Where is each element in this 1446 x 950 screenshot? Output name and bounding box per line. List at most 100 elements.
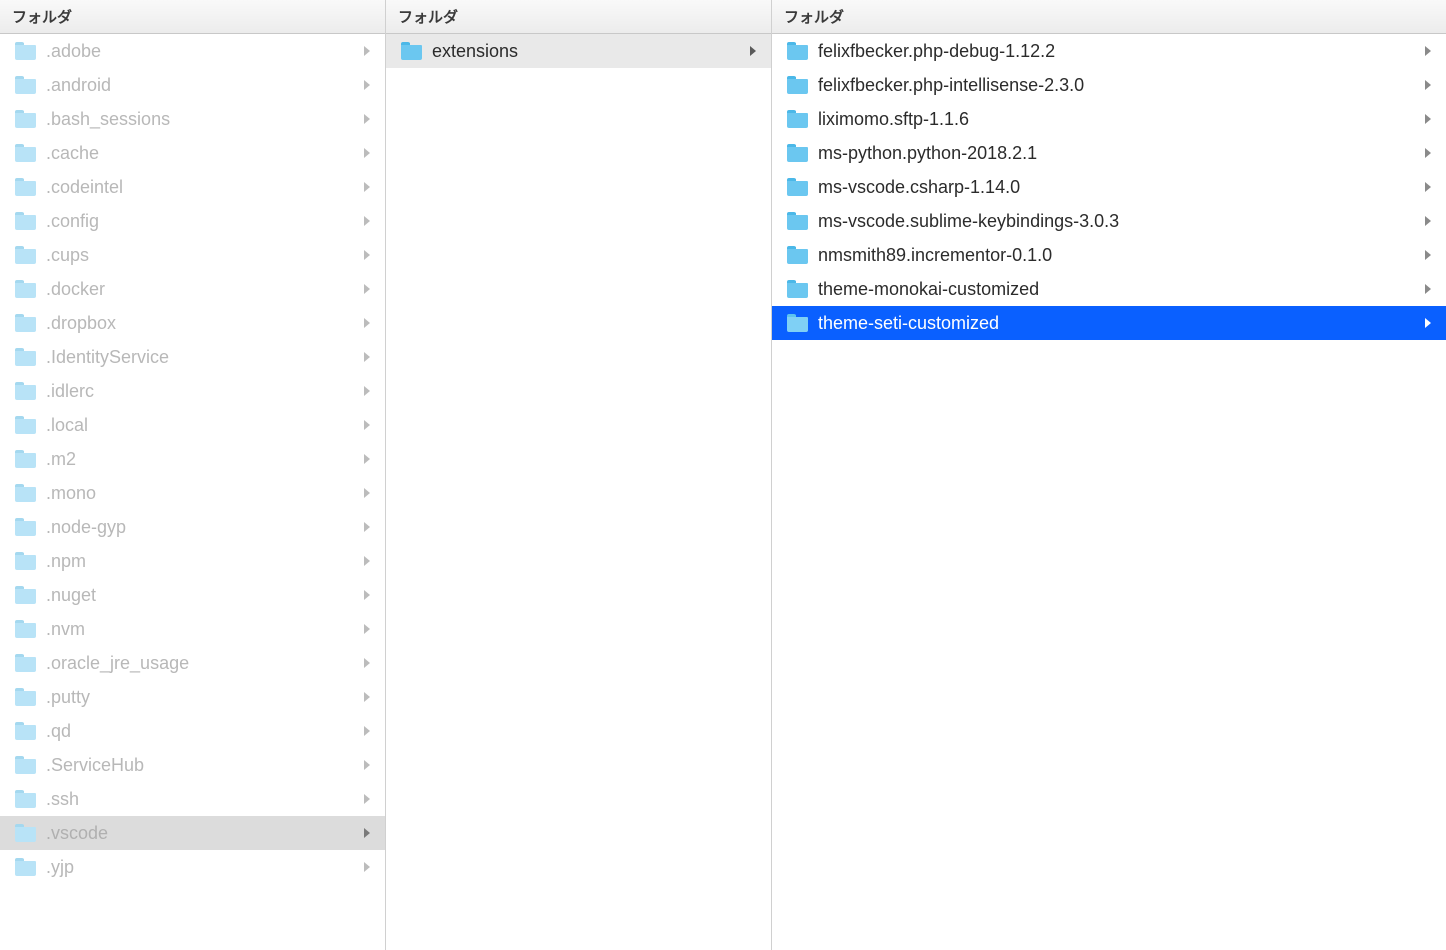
folder-item[interactable]: .putty	[0, 680, 385, 714]
folder-label: .ServiceHub	[46, 755, 357, 776]
folder-item[interactable]: .local	[0, 408, 385, 442]
folder-label: .ssh	[46, 789, 357, 810]
folder-item[interactable]: .nuget	[0, 578, 385, 612]
folder-item[interactable]: ms-vscode.csharp-1.14.0	[772, 170, 1446, 204]
folder-label: .yjp	[46, 857, 357, 878]
folder-item[interactable]: ms-vscode.sublime-keybindings-3.0.3	[772, 204, 1446, 238]
folder-item[interactable]: .node-gyp	[0, 510, 385, 544]
folder-icon	[14, 756, 36, 774]
column-3-list[interactable]: felixfbecker.php-debug-1.12.2 felixfbeck…	[772, 34, 1446, 950]
folder-item[interactable]: felixfbecker.php-debug-1.12.2	[772, 34, 1446, 68]
folder-item[interactable]: .codeintel	[0, 170, 385, 204]
folder-icon	[14, 552, 36, 570]
folder-label: .putty	[46, 687, 357, 708]
folder-item[interactable]: theme-monokai-customized	[772, 272, 1446, 306]
chevron-right-icon	[363, 114, 371, 124]
chevron-right-icon	[1424, 250, 1432, 260]
folder-item[interactable]: .nvm	[0, 612, 385, 646]
folder-label: .docker	[46, 279, 357, 300]
folder-label: .mono	[46, 483, 357, 504]
folder-label: .npm	[46, 551, 357, 572]
folder-label: .m2	[46, 449, 357, 470]
folder-item[interactable]: .docker	[0, 272, 385, 306]
chevron-right-icon	[363, 386, 371, 396]
folder-icon	[14, 620, 36, 638]
column-2-list[interactable]: extensions	[386, 34, 771, 950]
folder-item[interactable]: felixfbecker.php-intellisense-2.3.0	[772, 68, 1446, 102]
chevron-right-icon	[363, 692, 371, 702]
folder-label: .config	[46, 211, 357, 232]
chevron-right-icon	[363, 794, 371, 804]
folder-icon	[14, 484, 36, 502]
folder-item[interactable]: .vscode	[0, 816, 385, 850]
folder-label: .cups	[46, 245, 357, 266]
chevron-right-icon	[363, 590, 371, 600]
folder-item[interactable]: liximomo.sftp-1.1.6	[772, 102, 1446, 136]
folder-item[interactable]: nmsmith89.incrementor-0.1.0	[772, 238, 1446, 272]
folder-item[interactable]: .yjp	[0, 850, 385, 884]
folder-icon	[786, 314, 808, 332]
folder-item[interactable]: .cache	[0, 136, 385, 170]
chevron-right-icon	[363, 250, 371, 260]
folder-icon	[14, 280, 36, 298]
folder-icon	[14, 178, 36, 196]
column-1-list[interactable]: .adobe .android .bash_sessions .cache .c…	[0, 34, 385, 950]
folder-item[interactable]: .android	[0, 68, 385, 102]
column-3: フォルダ felixfbecker.php-debug-1.12.2 felix…	[772, 0, 1446, 950]
folder-label: .vscode	[46, 823, 357, 844]
folder-icon	[14, 110, 36, 128]
folder-icon	[14, 348, 36, 366]
folder-item[interactable]: .cups	[0, 238, 385, 272]
folder-label: .qd	[46, 721, 357, 742]
column-1-header: フォルダ	[0, 0, 385, 34]
chevron-right-icon	[363, 284, 371, 294]
folder-label: .IdentityService	[46, 347, 357, 368]
folder-icon	[14, 416, 36, 434]
folder-icon	[400, 42, 422, 60]
folder-item[interactable]: .IdentityService	[0, 340, 385, 374]
folder-item[interactable]: ms-python.python-2018.2.1	[772, 136, 1446, 170]
folder-icon	[786, 42, 808, 60]
folder-label: theme-seti-customized	[818, 313, 1418, 334]
chevron-right-icon	[1424, 80, 1432, 90]
chevron-right-icon	[1424, 114, 1432, 124]
folder-item[interactable]: .mono	[0, 476, 385, 510]
folder-item[interactable]: .ServiceHub	[0, 748, 385, 782]
folder-label: .adobe	[46, 41, 357, 62]
folder-label: .nuget	[46, 585, 357, 606]
folder-label: nmsmith89.incrementor-0.1.0	[818, 245, 1418, 266]
folder-item[interactable]: .config	[0, 204, 385, 238]
folder-label: felixfbecker.php-debug-1.12.2	[818, 41, 1418, 62]
folder-icon	[14, 824, 36, 842]
folder-icon	[14, 144, 36, 162]
folder-label: liximomo.sftp-1.1.6	[818, 109, 1418, 130]
folder-item[interactable]: .adobe	[0, 34, 385, 68]
chevron-right-icon	[363, 46, 371, 56]
folder-icon	[786, 76, 808, 94]
chevron-right-icon	[363, 760, 371, 770]
chevron-right-icon	[363, 862, 371, 872]
folder-item[interactable]: .idlerc	[0, 374, 385, 408]
folder-label: ms-vscode.sublime-keybindings-3.0.3	[818, 211, 1418, 232]
folder-label: .oracle_jre_usage	[46, 653, 357, 674]
folder-icon	[14, 246, 36, 264]
chevron-right-icon	[363, 352, 371, 362]
folder-item[interactable]: .bash_sessions	[0, 102, 385, 136]
chevron-right-icon	[363, 148, 371, 158]
folder-icon	[786, 280, 808, 298]
folder-item[interactable]: .ssh	[0, 782, 385, 816]
chevron-right-icon	[749, 46, 757, 56]
folder-item[interactable]: theme-seti-customized	[772, 306, 1446, 340]
chevron-right-icon	[1424, 148, 1432, 158]
folder-icon	[14, 518, 36, 536]
folder-item[interactable]: .oracle_jre_usage	[0, 646, 385, 680]
folder-item[interactable]: .npm	[0, 544, 385, 578]
folder-icon	[14, 212, 36, 230]
folder-item[interactable]: extensions	[386, 34, 771, 68]
folder-item[interactable]: .m2	[0, 442, 385, 476]
folder-item[interactable]: .qd	[0, 714, 385, 748]
chevron-right-icon	[1424, 46, 1432, 56]
folder-item[interactable]: .dropbox	[0, 306, 385, 340]
folder-icon	[786, 178, 808, 196]
chevron-right-icon	[363, 726, 371, 736]
